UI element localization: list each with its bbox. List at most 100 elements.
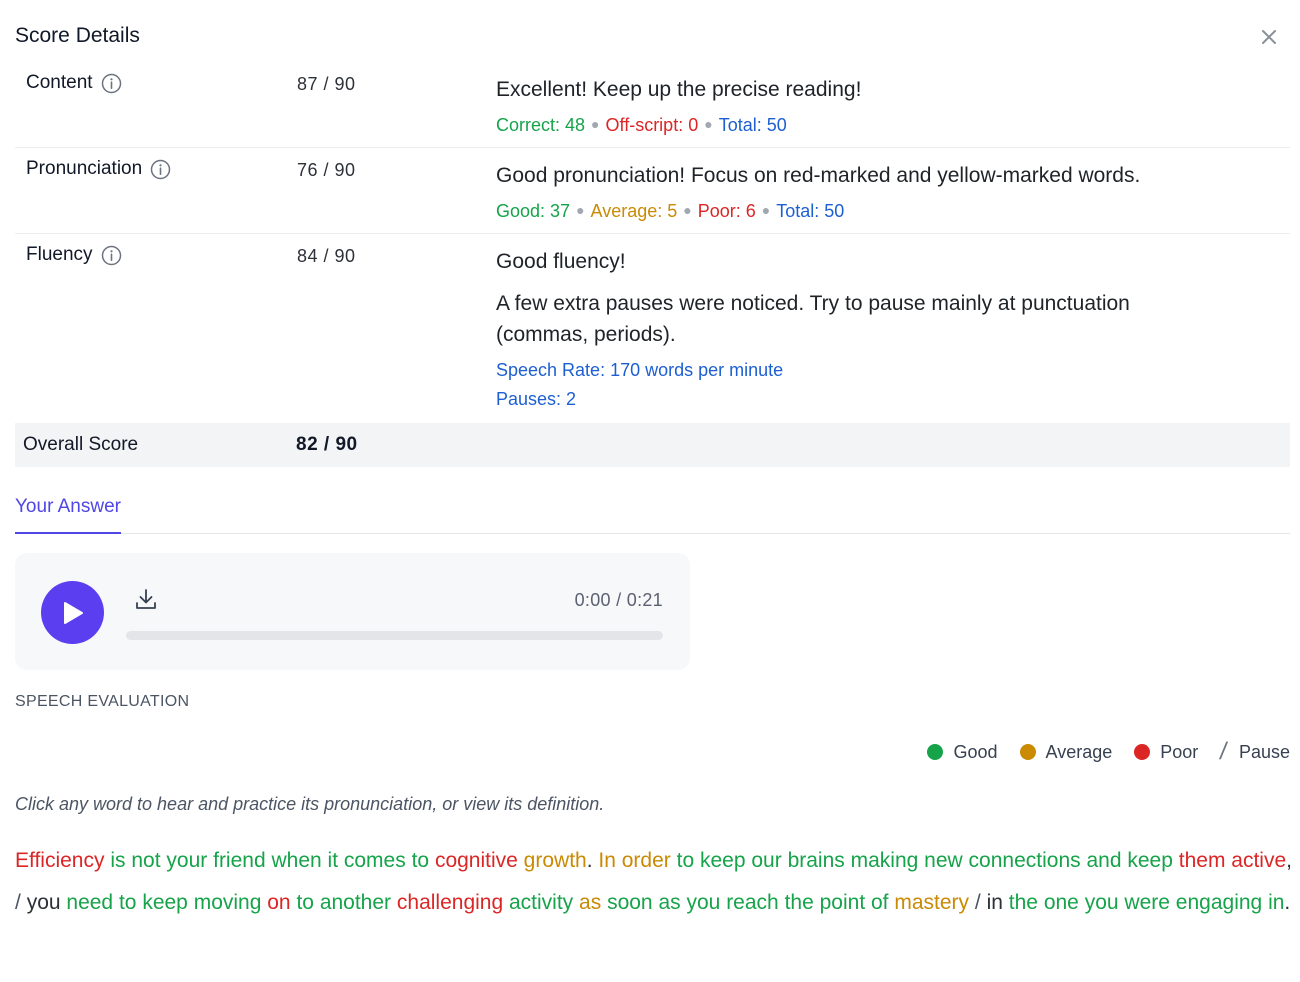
info-icon[interactable]: [101, 73, 122, 94]
passage-word[interactable]: you: [686, 891, 720, 914]
separator-dot: ●: [761, 202, 771, 218]
passage-word[interactable]: challenging: [397, 891, 503, 914]
good-dot-icon: [927, 744, 944, 760]
total-count: Total: 50: [718, 115, 787, 135]
passage-word[interactable]: one: [1044, 891, 1079, 914]
content-stats: Correct: 48 ● Off-script: 0 ● Total: 50: [496, 115, 1276, 136]
answer-tabs: Your Answer: [15, 496, 1290, 534]
download-button[interactable]: [134, 587, 158, 613]
close-icon[interactable]: [1261, 29, 1277, 45]
legend: Good Average Poor / Pause: [905, 738, 1290, 765]
passage-word[interactable]: when: [271, 849, 321, 872]
average-dot-icon: [1019, 744, 1036, 760]
passage-word[interactable]: brains: [788, 849, 845, 872]
download-icon: [136, 589, 156, 609]
passage-word[interactable]: as: [658, 891, 680, 914]
row-label-content: Content: [26, 72, 122, 94]
passage-word[interactable]: to: [412, 849, 430, 872]
passage-word[interactable]: keep: [142, 891, 188, 914]
passage-word[interactable]: growth: [524, 849, 587, 872]
passage-word[interactable]: Efficiency: [15, 849, 105, 872]
passage-word[interactable]: to: [119, 891, 137, 914]
offscript-count: Off-script: 0: [605, 115, 699, 135]
progress-bar[interactable]: [126, 631, 663, 640]
passage-word[interactable]: them: [1179, 849, 1226, 872]
passage-word[interactable]: in: [1268, 891, 1284, 914]
passage-word[interactable]: cognitive: [435, 849, 518, 872]
legend-poor: Poor: [1134, 742, 1198, 763]
score-row-pronunciation: Pronunciation 76 / 90 Good pronunciation…: [15, 158, 1290, 234]
passage-word[interactable]: friend: [213, 849, 266, 872]
passage-word[interactable]: the: [785, 891, 814, 914]
pronunciation-stats: Good: 37 ● Average: 5 ● Poor: 6 ● Total: 50: [496, 201, 1276, 222]
separator-dot: ●: [683, 202, 692, 218]
playback-time: 0:00 / 0:21: [574, 590, 663, 610]
content-label: Content: [26, 72, 93, 93]
passage-word[interactable]: to: [296, 891, 314, 914]
passage-word[interactable]: it: [328, 849, 339, 872]
passage-word[interactable]: engaging: [1176, 891, 1262, 914]
passage-word[interactable]: is: [110, 849, 125, 872]
passage-word[interactable]: another: [320, 891, 391, 914]
pronunciation-score: 76 / 90: [297, 160, 356, 180]
passage-word[interactable]: point: [820, 891, 866, 914]
passage-word[interactable]: our: [751, 849, 781, 872]
passage-word[interactable]: as: [579, 891, 601, 914]
passage-word[interactable]: comes: [344, 849, 406, 872]
overall-label: Overall Score: [23, 434, 139, 455]
passage-word[interactable]: soon: [607, 891, 653, 914]
passage-word[interactable]: active: [1231, 849, 1286, 872]
separator-dot: ●: [704, 116, 713, 132]
info-icon[interactable]: [101, 245, 122, 266]
passage-word[interactable]: the: [1009, 891, 1038, 914]
passage-word[interactable]: you: [1085, 891, 1119, 914]
passage-word[interactable]: making: [851, 849, 919, 872]
tab-your-answer[interactable]: Your Answer: [15, 496, 121, 534]
pause-count: Pauses: 2: [496, 389, 577, 409]
passage-word[interactable]: mastery: [894, 891, 969, 914]
content-score: 87 / 90: [297, 74, 356, 94]
passage-punctuation: ,: [1286, 849, 1292, 872]
passage-word[interactable]: were: [1124, 891, 1170, 914]
pause-slash-icon: /: [1218, 738, 1229, 765]
close-button[interactable]: [1256, 24, 1282, 50]
passage-word[interactable]: to: [677, 849, 695, 872]
passage-word[interactable]: keep: [1127, 849, 1173, 872]
passage-word[interactable]: not: [131, 849, 160, 872]
separator-dot: ●: [591, 116, 600, 132]
audio-player: 0:00 / 0:21: [15, 553, 690, 670]
row-label-pronunciation: Pronunciation: [26, 158, 171, 180]
legend-pause: / Pause: [1218, 738, 1290, 765]
play-button[interactable]: [41, 581, 104, 644]
separator-dot: ●: [576, 202, 585, 218]
passage-word[interactable]: and: [1086, 849, 1121, 872]
passage-word[interactable]: connections: [969, 849, 1081, 872]
passage-word[interactable]: in: [987, 891, 1003, 914]
legend-good-label: Good: [953, 741, 998, 762]
passage-punctuation: .: [1284, 891, 1291, 914]
passage-word[interactable]: on: [267, 891, 290, 914]
good-count: Good: 37: [496, 201, 571, 221]
passage-word[interactable]: need: [66, 891, 113, 914]
content-feedback-text: Excellent! Keep up the precise reading!: [496, 78, 862, 101]
info-icon[interactable]: [150, 159, 171, 180]
score-row-fluency: Fluency 84 / 90 Good fluency! A few extr…: [15, 244, 1290, 424]
legend-average-label: Average: [1045, 741, 1113, 762]
legend-good: Good: [927, 741, 998, 763]
passage-word[interactable]: keep: [700, 849, 746, 872]
average-count: Average: 5: [590, 201, 678, 221]
passage-word[interactable]: In: [598, 849, 616, 872]
passage-word[interactable]: your: [166, 849, 207, 872]
passage-word[interactable]: order: [622, 849, 671, 872]
fluency-detail: A few extra pauses were noticed. Try to …: [496, 292, 1130, 346]
pause-marker: /: [974, 891, 981, 914]
passage-word[interactable]: activity: [509, 891, 573, 914]
overall-score: 82 / 90: [296, 434, 358, 455]
passage-word[interactable]: moving: [194, 891, 262, 914]
legend-pause-label: Pause: [1238, 741, 1290, 762]
passage-word[interactable]: of: [871, 891, 889, 914]
passage-word[interactable]: reach: [726, 891, 779, 914]
passage-word[interactable]: you: [27, 891, 61, 914]
passage-word[interactable]: new: [924, 849, 963, 872]
section-title: SPEECH EVALUATION: [15, 693, 190, 710]
